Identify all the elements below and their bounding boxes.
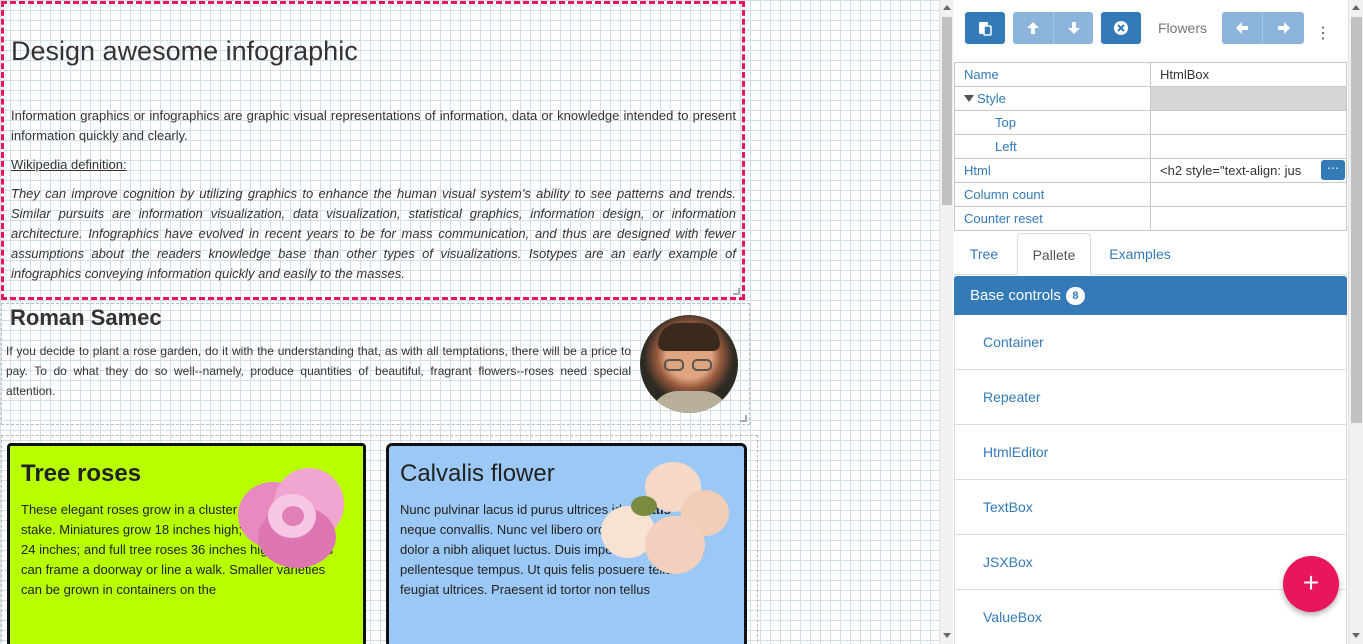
pallete-header-label: Base controls xyxy=(970,287,1061,304)
tab-tree[interactable]: Tree xyxy=(954,233,1014,275)
scroll-down-icon[interactable] xyxy=(1352,633,1360,638)
property-value-left[interactable] xyxy=(1150,134,1347,159)
pallete-item-textbox[interactable]: TextBox xyxy=(954,480,1347,535)
property-label: Name xyxy=(954,62,1151,87)
tab-pallete[interactable]: Pallete xyxy=(1017,233,1091,275)
more-vertical-icon[interactable]: ⋮ xyxy=(1315,24,1331,44)
move-right-button[interactable] xyxy=(1262,12,1304,44)
canvas-scrollbar[interactable] xyxy=(939,0,953,644)
arrow-up-icon xyxy=(1027,22,1039,34)
property-label: Counter reset xyxy=(954,206,1151,231)
wikipedia-quote: They can improve cognition by utilizing … xyxy=(11,186,736,281)
move-up-button[interactable] xyxy=(1013,12,1053,44)
panel-scrollbar[interactable] xyxy=(1348,0,1363,644)
property-row-counter-reset[interactable]: Counter reset xyxy=(954,206,1347,231)
wikipedia-label: Wikipedia definition: xyxy=(11,157,127,172)
card-calvalis-flower[interactable]: Calvalis flower Nunc pulvinar lacus id p… xyxy=(386,443,747,644)
paste-button[interactable] xyxy=(965,12,1005,44)
arrow-left-icon xyxy=(1236,22,1248,34)
scroll-thumb[interactable] xyxy=(942,17,952,205)
scroll-up-icon[interactable] xyxy=(1352,5,1360,10)
selected-element-label: Flowers xyxy=(1158,20,1208,36)
scroll-thumb[interactable] xyxy=(1351,17,1362,423)
paste-icon xyxy=(979,22,992,36)
property-label-style[interactable]: Style xyxy=(954,86,1151,111)
author-text: If you decide to plant a rose garden, do… xyxy=(6,344,631,398)
pallete-item-htmleditor[interactable]: HtmlEditor xyxy=(954,425,1347,480)
close-circle-icon xyxy=(1114,21,1128,35)
property-value-style xyxy=(1150,86,1347,111)
property-value-name[interactable]: HtmlBox xyxy=(1150,62,1347,87)
property-row-left[interactable]: Left xyxy=(954,134,1347,159)
remove-button[interactable] xyxy=(1101,12,1141,44)
property-value-top[interactable] xyxy=(1150,110,1347,135)
pallete-item-repeater[interactable]: Repeater xyxy=(954,370,1347,425)
design-canvas[interactable]: Design awesome infographic Information g… xyxy=(0,0,939,644)
move-left-button[interactable] xyxy=(1222,12,1262,44)
count-badge: 8 xyxy=(1065,287,1085,305)
properties-panel: Flowers ⋮ Name HtmlBox Style Top Left Ht… xyxy=(953,0,1348,644)
edit-html-button[interactable]: ⋯ xyxy=(1321,160,1345,180)
property-label: Html xyxy=(954,158,1151,183)
html-box-selected[interactable]: Design awesome infographic Information g… xyxy=(1,1,745,300)
property-label: Top xyxy=(954,110,1151,135)
pink-rose-image xyxy=(228,462,352,572)
toolbar: Flowers ⋮ xyxy=(953,0,1348,58)
infographic-intro: Information graphics or infographics are… xyxy=(11,108,736,143)
pallete-item-container[interactable]: Container xyxy=(954,315,1347,370)
resize-handle[interactable] xyxy=(740,415,747,422)
add-button[interactable]: + xyxy=(1283,556,1339,612)
property-row-column-count[interactable]: Column count xyxy=(954,182,1347,207)
white-roses-image xyxy=(601,462,731,592)
property-label: Left xyxy=(954,134,1151,159)
arrow-right-icon xyxy=(1277,22,1290,34)
caret-down-icon[interactable] xyxy=(964,95,974,102)
property-row-style[interactable]: Style xyxy=(954,86,1347,111)
property-value-html[interactable]: <h2 style="text-align: jus ⋯ xyxy=(1150,158,1347,183)
scroll-up-icon[interactable] xyxy=(943,5,951,10)
author-name: Roman Samec xyxy=(10,305,162,330)
tab-examples[interactable]: Examples xyxy=(1094,233,1186,275)
move-down-button[interactable] xyxy=(1053,12,1093,44)
property-row-name[interactable]: Name HtmlBox xyxy=(954,62,1347,87)
cards-container[interactable]: Tree roses These elegant roses grow in a… xyxy=(1,435,758,644)
panel-tabs: Tree Pallete Examples xyxy=(954,233,1347,275)
property-label: Column count xyxy=(954,182,1151,207)
property-row-html[interactable]: Html <h2 style="text-align: jus ⋯ xyxy=(954,158,1347,183)
scroll-down-icon[interactable] xyxy=(943,633,951,638)
avatar xyxy=(640,315,738,413)
property-value-column-count[interactable] xyxy=(1150,182,1347,207)
pallete-header[interactable]: Base controls 8 xyxy=(954,276,1347,315)
card-tree-roses[interactable]: Tree roses These elegant roses grow in a… xyxy=(7,443,366,644)
infographic-title: Design awesome infographic xyxy=(11,36,358,66)
property-row-top[interactable]: Top xyxy=(954,110,1347,135)
property-grid: Name HtmlBox Style Top Left Html <h2 sty… xyxy=(954,62,1347,231)
resize-handle[interactable] xyxy=(733,288,740,295)
property-value-counter-reset[interactable] xyxy=(1150,206,1347,231)
arrow-down-icon xyxy=(1067,22,1080,34)
author-box[interactable]: Roman Samec If you decide to plant a ros… xyxy=(1,303,750,425)
